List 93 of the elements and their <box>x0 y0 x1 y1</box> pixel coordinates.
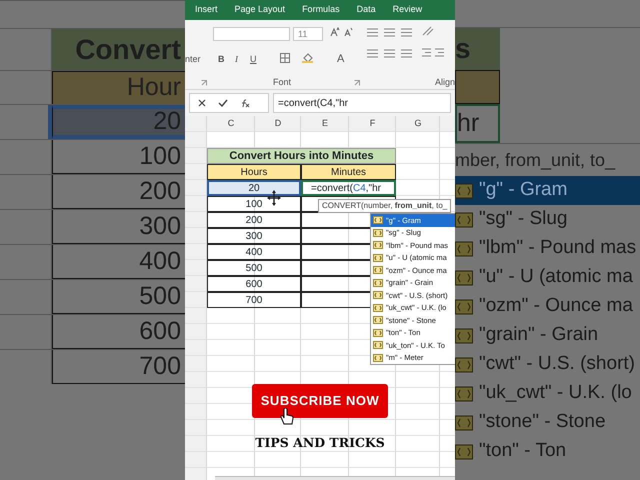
function-icon <box>373 266 383 274</box>
italic-button[interactable]: I <box>235 53 238 66</box>
function-icon <box>455 386 473 402</box>
table-cell: 20 <box>207 180 301 196</box>
align-icon[interactable] <box>384 28 395 37</box>
font-name-field[interactable] <box>213 27 290 41</box>
formula-field[interactable]: =convert(C4,"hr <box>273 93 451 113</box>
function-icon <box>455 182 473 198</box>
function-icon <box>455 444 473 460</box>
title-cell: Convert <box>52 29 185 70</box>
function-icon <box>373 216 383 224</box>
autocomplete-item: "cwt" - U.S. (short) <box>455 350 640 379</box>
table-cell: 400 <box>207 244 301 260</box>
align-icon[interactable] <box>367 49 378 58</box>
orientation-icon[interactable] <box>422 26 434 36</box>
autocomplete-item: "lbm" - Pound mas <box>455 234 640 263</box>
shrink-font-icon[interactable] <box>343 27 353 37</box>
autocomplete-item: "ton" - Ton <box>455 437 640 466</box>
function-icon <box>373 228 383 237</box>
column-header[interactable]: F <box>349 116 396 132</box>
group-label: Font <box>273 76 292 89</box>
group-label: Align <box>435 76 455 89</box>
fill-color-icon[interactable] <box>302 53 313 63</box>
dialog-launcher-icon[interactable] <box>354 80 360 86</box>
dialog-launcher-icon[interactable] <box>201 80 207 86</box>
autocomplete-item: "g" - Gram <box>455 176 640 205</box>
align-icon[interactable] <box>367 28 378 37</box>
function-icon <box>455 212 473 228</box>
autocomplete-item: "uk_cwt" - U.K. (lo <box>455 379 640 408</box>
font-size-field[interactable]: 11 <box>293 27 323 41</box>
ribbon-tab[interactable]: Review <box>392 3 422 17</box>
cell-editor[interactable]: =convert(C4,"hr <box>301 180 396 196</box>
align-icon[interactable] <box>401 49 412 58</box>
function-icon <box>373 328 383 337</box>
column-header[interactable]: E <box>301 116 349 132</box>
grow-font-icon[interactable] <box>330 27 340 37</box>
function-icon <box>373 304 383 312</box>
function-tooltip: CONVERT(number, from_unit, to_ <box>318 199 452 213</box>
title-cell: s <box>455 28 500 70</box>
check-icon[interactable] <box>218 99 228 107</box>
ribbon-tab[interactable]: Data <box>356 3 376 17</box>
autocomplete-item: "stone" - Stone <box>455 408 640 437</box>
table-cell: 20 <box>52 105 185 139</box>
table-cell: 500 <box>207 260 301 276</box>
function-icon <box>373 341 383 350</box>
ribbon-tab[interactable]: Page Layout <box>234 3 286 17</box>
tooltip-text: mber, from_unit, to_ <box>455 148 616 172</box>
underline-button[interactable]: U <box>250 53 256 66</box>
column-header[interactable]: G <box>396 116 440 132</box>
table-cell: 300 <box>207 228 301 244</box>
table-cell: 200 <box>207 212 301 228</box>
function-icon <box>373 316 383 324</box>
borders-icon[interactable] <box>280 53 290 63</box>
hand-cursor-icon <box>280 408 294 426</box>
table-cell: 600 <box>207 276 301 292</box>
table-cell: 100 <box>207 196 301 212</box>
font-color-button[interactable]: A <box>337 51 344 68</box>
function-icon <box>455 328 473 344</box>
column-header[interactable]: D <box>255 116 301 132</box>
ribbon-tab[interactable]: Formulas <box>302 3 340 17</box>
indent-icon[interactable] <box>422 48 444 57</box>
bold-button[interactable]: B <box>218 53 224 66</box>
autocomplete-item: "grain" - Grain <box>455 321 640 350</box>
function-icon <box>373 291 383 300</box>
align-icon[interactable] <box>384 49 395 58</box>
column-heading: Hours <box>207 164 301 180</box>
header-cell: Hour <box>52 71 185 104</box>
table-title: Convert Hours into Minutes <box>207 148 396 164</box>
autocomplete-item: "sg" - Slug <box>455 205 640 234</box>
header-cell <box>455 70 500 104</box>
function-icon[interactable] <box>240 98 250 108</box>
ribbon-label: nter <box>185 53 201 66</box>
function-icon <box>373 254 383 262</box>
function-icon <box>373 354 383 362</box>
function-icon <box>455 298 473 314</box>
autocomplete-item: "ozm" - Ounce ma <box>455 292 640 321</box>
column-header[interactable]: C <box>207 116 255 132</box>
cancel-icon[interactable] <box>198 99 206 107</box>
autocomplete-item: "u" - U (atomic ma <box>455 263 640 292</box>
function-icon <box>455 414 473 430</box>
function-icon <box>455 356 473 372</box>
function-icon <box>455 240 473 256</box>
function-icon <box>373 241 383 250</box>
table-cell: hr <box>455 104 500 143</box>
subscribe-button[interactable]: SUBSCRIBE NOW <box>252 384 388 418</box>
column-heading: Minutes <box>301 164 396 180</box>
move-cursor-icon <box>267 190 281 206</box>
caption: TIPS AND TRICKS <box>255 434 385 452</box>
function-icon <box>455 270 473 286</box>
function-icon <box>373 278 383 287</box>
table-cell: 700 <box>207 292 301 308</box>
ribbon-tab[interactable]: Insert <box>195 3 218 17</box>
align-icon[interactable] <box>401 28 412 37</box>
